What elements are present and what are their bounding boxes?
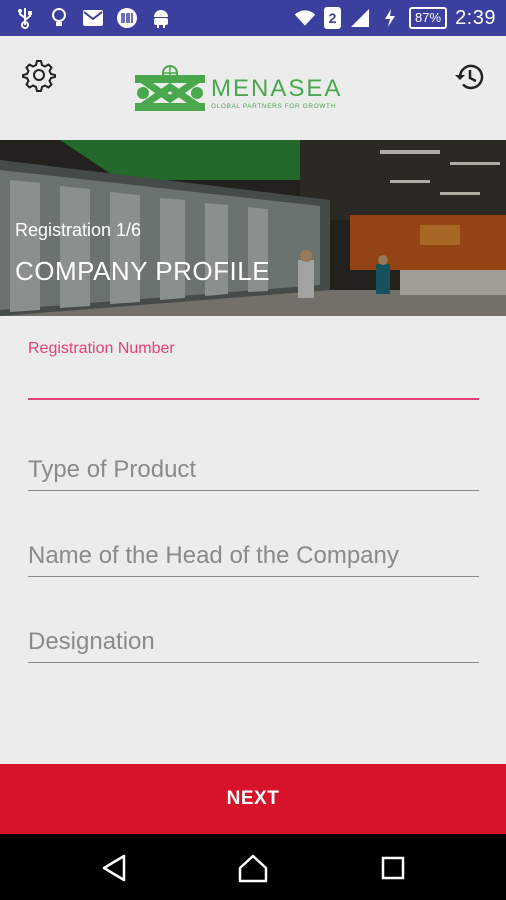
next-button-label: NEXT: [226, 788, 280, 809]
home-button[interactable]: [236, 851, 270, 885]
history-button[interactable]: [452, 60, 486, 94]
registration-number-field: Registration Number: [28, 340, 479, 400]
home-icon: [238, 854, 268, 883]
status-system: 2 87% 2:39: [294, 7, 496, 30]
logo-name: MENASEA: [211, 74, 343, 102]
logo-text: MENASEA GLOBAL PARTNERS FOR GROWTH: [211, 74, 343, 110]
designation-input[interactable]: [28, 622, 479, 662]
usb-icon: [14, 7, 36, 29]
registration-number-input[interactable]: [28, 358, 479, 398]
system-nav-bar: [0, 834, 506, 900]
status-clock: 2:39: [455, 6, 496, 29]
head-name-input[interactable]: [28, 536, 479, 576]
head-name-field: [28, 536, 479, 577]
settings-button[interactable]: [22, 58, 56, 92]
back-icon: [102, 854, 126, 882]
lightbulb-icon: [48, 7, 70, 29]
page-title: COMPANY PROFILE: [15, 256, 271, 286]
recents-button[interactable]: [376, 851, 410, 885]
app-header: MENASEA GLOBAL PARTNERS FOR GROWTH: [0, 36, 506, 140]
designation-underline: [28, 662, 479, 663]
next-button[interactable]: NEXT: [0, 764, 506, 834]
gear-icon: [22, 60, 56, 92]
type-of-product-underline: [28, 490, 479, 491]
battery-level: 87%: [409, 7, 448, 29]
recents-icon: [381, 856, 405, 880]
designation-field: [28, 622, 479, 663]
registration-step: Registration 1/6: [15, 220, 142, 240]
company-profile-form: Registration Number: [0, 316, 506, 764]
signal-icon: [349, 7, 371, 29]
registration-number-label: Registration Number: [28, 340, 175, 357]
sim-badge: 2: [324, 7, 342, 29]
type-of-product-field: [28, 450, 479, 491]
registration-number-underline: [28, 398, 479, 400]
history-icon: [455, 64, 484, 90]
status-bar: 2 87% 2:39: [0, 0, 506, 36]
type-of-product-input[interactable]: [28, 450, 479, 490]
barcode-icon: [116, 7, 138, 29]
android-icon: [150, 7, 172, 29]
status-notifications: [14, 7, 172, 29]
menasea-logo: MENASEA GLOBAL PARTNERS FOR GROWTH: [133, 64, 373, 122]
wifi-icon: [294, 7, 316, 29]
head-name-underline: [28, 576, 479, 577]
logo-tagline: GLOBAL PARTNERS FOR GROWTH: [211, 102, 336, 110]
logo-mark-icon: [135, 65, 205, 111]
mail-icon: [82, 7, 104, 29]
charging-icon: [379, 7, 401, 29]
hero-banner: Registration 1/6 COMPANY PROFILE: [0, 140, 506, 316]
back-button[interactable]: [98, 851, 132, 885]
